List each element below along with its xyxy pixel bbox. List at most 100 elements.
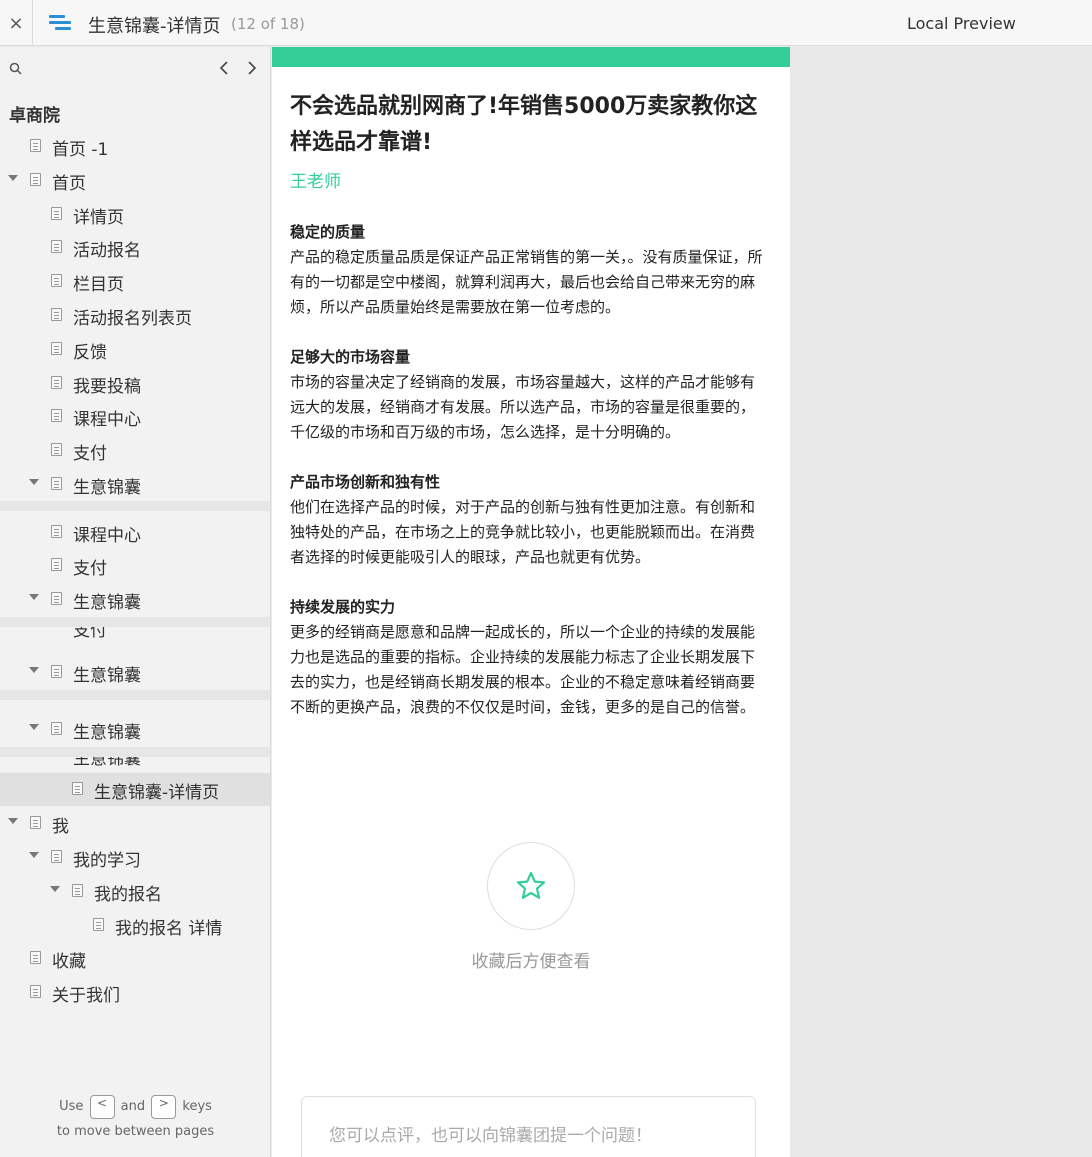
header-bar xyxy=(272,47,790,67)
article-author[interactable]: 王老师 xyxy=(290,167,341,192)
page-icon xyxy=(51,525,62,538)
page-icon xyxy=(72,884,83,897)
chevron-down-icon[interactable] xyxy=(29,667,39,673)
sidebar-item-label: 首页 -1 xyxy=(52,140,109,160)
chevron-down-icon[interactable] xyxy=(8,818,18,824)
sidebar-item-home-1[interactable]: 首页 -1 xyxy=(0,130,270,163)
sidebar-item-column[interactable]: 栏目页 xyxy=(0,265,270,298)
page-icon xyxy=(51,308,62,321)
chevron-right-icon[interactable] xyxy=(244,58,260,78)
page-title: 生意锦囊-详情页 xyxy=(88,16,221,37)
sidebar-item-pay[interactable]: 支付 xyxy=(0,434,270,467)
sidebar-item-activity-signup[interactable]: 活动报名 xyxy=(0,231,270,264)
sidebar-item-label: 首页 xyxy=(52,174,86,194)
sidebar-item-home[interactable]: 首页 xyxy=(0,164,270,197)
ghost-label: 支付 xyxy=(73,627,107,641)
comment-input[interactable]: 您可以点评，也可以向锦囊团提一个问题！ xyxy=(301,1096,756,1157)
sidebar-item-my-signup-detail[interactable]: 我的报名 详情 xyxy=(0,909,270,942)
sidebar-item-label: 生意锦囊-详情页 xyxy=(94,783,220,803)
local-preview-label: Local Preview xyxy=(907,14,1016,33)
page-icon xyxy=(30,173,41,186)
help-text: and xyxy=(120,1099,146,1114)
sidebar-item-label: 生意锦囊 xyxy=(73,723,141,743)
key-prev: < xyxy=(89,1094,115,1119)
section-body: 市场的容量决定了经销商的发展，市场容量越大，这样的产品才能够有远大的发展，经销商… xyxy=(290,373,756,441)
section-heading: 足够大的市场容量 xyxy=(290,348,411,366)
sidebar-item-label: 支付 xyxy=(73,444,107,464)
help-text: to move between pages xyxy=(56,1124,215,1139)
sidebar-item-about[interactable]: 关于我们 xyxy=(0,976,270,1009)
page-icon xyxy=(51,274,62,287)
chevron-down-icon[interactable] xyxy=(29,479,39,485)
article-section: 产品市场创新和独有性 他们在选择产品的时候，对于产品的创新与独有性更加注意。有创… xyxy=(290,470,768,570)
close-icon: × xyxy=(8,12,24,34)
page-icon xyxy=(51,443,62,456)
page-icon xyxy=(51,592,62,605)
section-heading: 稳定的质量 xyxy=(290,223,366,241)
page-icon xyxy=(51,240,62,253)
section-body: 产品的稳定质量品质是保证产品正常销售的第一关，。没有质量保证，所有的一切都是空中… xyxy=(290,248,763,316)
page-icon xyxy=(30,816,41,829)
article-section: 持续发展的实力 更多的经销商是愿意和品牌一起成长的，所以一个企业的持续的发展能力… xyxy=(290,595,768,720)
sidebar-item-tips-4[interactable]: 生意锦囊 xyxy=(0,713,270,746)
keyboard-help: Use < and > keys to move between pages xyxy=(0,1094,270,1144)
section-heading: 持续发展的实力 xyxy=(290,598,396,616)
page-icon xyxy=(51,376,62,389)
sidebar-item-my-signup[interactable]: 我的报名 xyxy=(0,875,270,908)
page-icon xyxy=(93,918,104,931)
chevron-down-icon[interactable] xyxy=(50,886,60,892)
sidebar-item-activity-list[interactable]: 活动报名列表页 xyxy=(0,299,270,332)
chevron-down-icon[interactable] xyxy=(29,724,39,730)
sidebar-item-label: 生意锦囊 xyxy=(73,593,141,613)
section-body: 他们在选择产品的时候，对于产品的创新与独有性更加注意。有创新和独特处的产品，在市… xyxy=(290,498,756,566)
overlap-band xyxy=(0,747,270,757)
sidebar-item-label: 栏目页 xyxy=(73,275,124,295)
chevron-down-icon[interactable] xyxy=(8,175,18,181)
sidebar-item-tips-3[interactable]: 生意锦囊 xyxy=(0,656,270,689)
article-title: 不会选品就别网商了!年销售5000万卖家教你这样选品才靠谱! xyxy=(290,94,758,155)
search-icon[interactable] xyxy=(9,62,23,76)
help-text: keys xyxy=(182,1099,212,1114)
page-icon xyxy=(30,139,41,152)
sidebar-item-label: 生意锦囊 xyxy=(73,478,141,498)
close-button[interactable]: × xyxy=(0,0,33,46)
menu-icon[interactable] xyxy=(49,13,71,33)
sidebar-item-pay-2[interactable]: 支付 xyxy=(0,549,270,582)
sidebar-item-tips-2[interactable]: 生意锦囊 xyxy=(0,583,270,616)
page-icon xyxy=(51,477,62,490)
sidebar-item-label: 我要投稿 xyxy=(73,377,141,397)
sidebar-item-me[interactable]: 我 xyxy=(0,807,270,840)
page-icon xyxy=(51,665,62,678)
sidebar-item-label: 我的学习 xyxy=(73,851,141,871)
sidebar-item-label: 活动报名列表页 xyxy=(73,309,192,329)
sidebar-item-tips-detail[interactable]: 生意锦囊-详情页 xyxy=(0,773,270,806)
sidebar-item-feedback[interactable]: 反馈 xyxy=(0,333,270,366)
sidebar-item-label: 我的报名 详情 xyxy=(115,919,223,939)
section-heading: 产品市场创新和独有性 xyxy=(290,473,441,491)
section-body: 更多的经销商是愿意和品牌一起成长的，所以一个企业的持续的发展能力也是选品的重要的… xyxy=(290,623,756,716)
page-icon xyxy=(51,558,62,571)
sidebar-item-label: 生意锦囊 xyxy=(73,666,141,686)
overlap-band xyxy=(0,690,270,700)
overlap-band xyxy=(0,501,270,511)
article-section: 稳定的质量 产品的稳定质量品质是保证产品正常销售的第一关，。没有质量保证，所有的… xyxy=(290,220,768,320)
sidebar-item-favorites[interactable]: 收藏 xyxy=(0,942,270,975)
sidebar: 卓商院 首页 -1 首页 详情页 活动报名 栏目页 活动报名列表页 反馈 我要投… xyxy=(0,47,271,1157)
sidebar-item-label: 活动报名 xyxy=(73,241,141,261)
sidebar-item-my-learning[interactable]: 我的学习 xyxy=(0,841,270,874)
page-icon xyxy=(51,850,62,863)
sidebar-item-label: 关于我们 xyxy=(52,986,120,1006)
page-icon xyxy=(30,985,41,998)
sidebar-item-tips[interactable]: 生意锦囊 xyxy=(0,468,270,501)
sidebar-item-course-center-2[interactable]: 课程中心 xyxy=(0,516,270,549)
page-icon xyxy=(30,951,41,964)
comment-placeholder: 您可以点评，也可以向锦囊团提一个问题！ xyxy=(329,1126,652,1146)
favorite-button[interactable] xyxy=(487,842,575,930)
sidebar-item-course-center[interactable]: 课程中心 xyxy=(0,400,270,433)
chevron-down-icon[interactable] xyxy=(29,594,39,600)
chevron-down-icon[interactable] xyxy=(29,852,39,858)
sidebar-item-detail[interactable]: 详情页 xyxy=(0,198,270,231)
top-bar: × 生意锦囊-详情页 (12 of 18) Local Preview xyxy=(0,0,1092,46)
sidebar-item-submit[interactable]: 我要投稿 xyxy=(0,367,270,400)
chevron-left-icon[interactable] xyxy=(216,58,232,78)
